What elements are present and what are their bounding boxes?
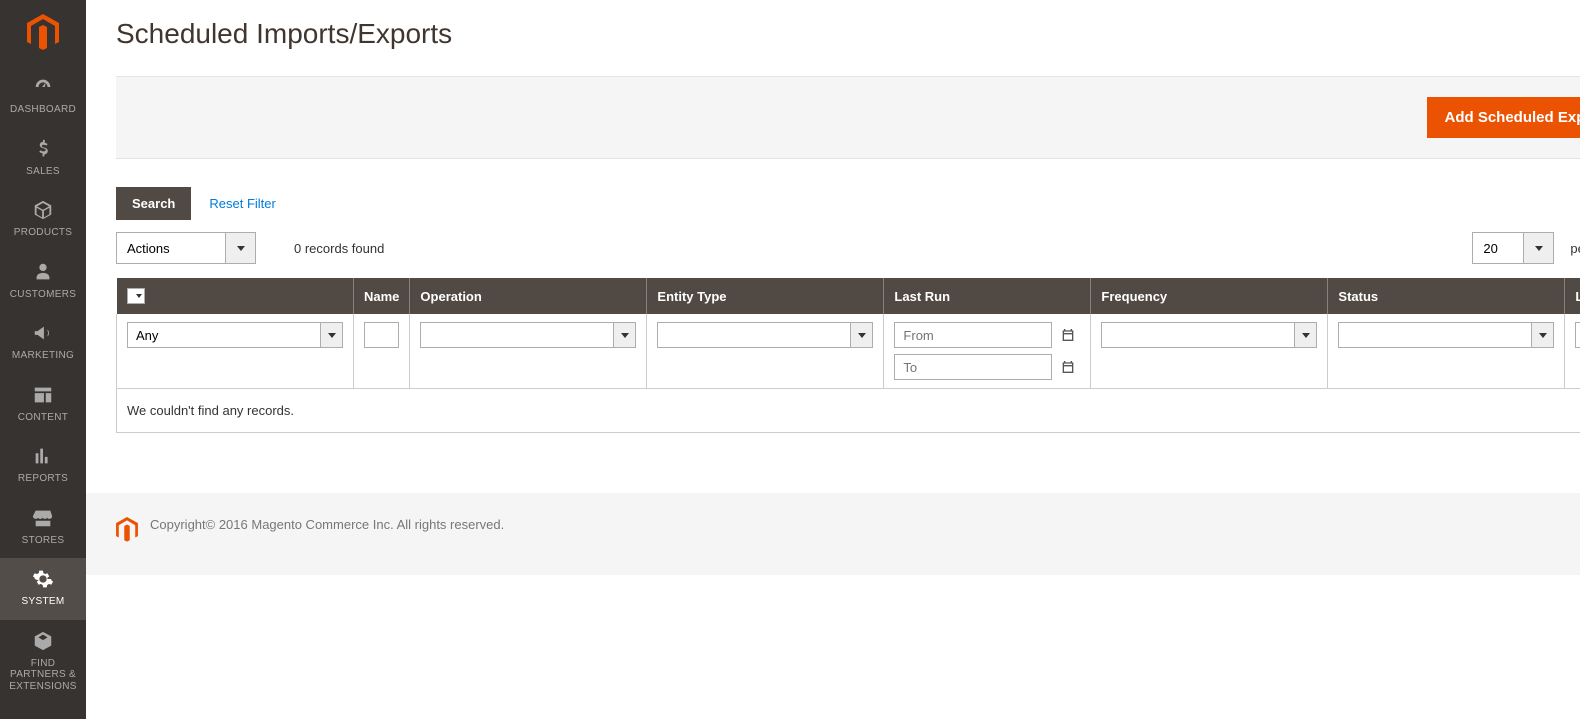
sidebar-item-stores[interactable]: STORES xyxy=(0,497,86,559)
filter-outcome-select[interactable] xyxy=(1575,322,1580,348)
grid-controls: 0 records found per page of 1 xyxy=(116,232,1580,264)
records-found-label: 0 records found xyxy=(294,241,384,256)
filter-name-input[interactable] xyxy=(364,322,399,348)
add-scheduled-export-button[interactable]: Add Scheduled Export xyxy=(1427,97,1580,138)
filter-row xyxy=(117,314,1580,389)
sidebar-item-content[interactable]: CONTENT xyxy=(0,374,86,436)
copyright-text: Copyright© 2016 Magento Commerce Inc. Al… xyxy=(150,517,1580,532)
sidebar-label: CUSTOMERS xyxy=(10,289,76,301)
calendar-icon[interactable] xyxy=(1056,356,1080,378)
sidebar-item-products[interactable]: PRODUCTS xyxy=(0,189,86,251)
filter-operation-value[interactable] xyxy=(420,322,614,348)
chevron-down-icon[interactable] xyxy=(321,322,343,348)
sidebar-label: CONTENT xyxy=(18,412,68,424)
admin-sidebar: DASHBOARD SALES PRODUCTS CUSTOMERS MARKE… xyxy=(0,0,86,719)
filter-toolbar: Search Reset Filter xyxy=(116,187,1580,220)
column-header-row: Name Operation Entity Type Last Run Freq… xyxy=(117,278,1580,314)
sidebar-label: SYSTEM xyxy=(22,596,65,608)
filter-frequency-value[interactable] xyxy=(1101,322,1295,348)
filter-last-run-from-input[interactable] xyxy=(894,322,1052,348)
sidebar-item-partners[interactable]: FIND PARTNERS & EXTENSIONS xyxy=(0,620,86,705)
filter-any-select[interactable] xyxy=(127,322,343,348)
sidebar-item-sales[interactable]: SALES xyxy=(0,128,86,190)
chevron-down-icon[interactable] xyxy=(614,322,636,348)
filter-status-select[interactable] xyxy=(1338,322,1554,348)
column-header-name[interactable]: Name xyxy=(354,278,410,314)
select-all-checkbox[interactable] xyxy=(127,288,145,304)
filter-status-value[interactable] xyxy=(1338,322,1532,348)
sidebar-label: MARKETING xyxy=(12,350,74,362)
filter-entity-type-value[interactable] xyxy=(657,322,851,348)
calendar-icon[interactable] xyxy=(1056,324,1080,346)
column-header-operation[interactable]: Operation xyxy=(410,278,647,314)
sidebar-label: DASHBOARD xyxy=(10,104,76,116)
sidebar-label: PRODUCTS xyxy=(14,227,73,239)
sidebar-item-customers[interactable]: CUSTOMERS xyxy=(0,251,86,313)
per-page-value[interactable] xyxy=(1472,232,1524,264)
chevron-down-icon[interactable] xyxy=(226,232,256,264)
sidebar-item-marketing[interactable]: MARKETING xyxy=(0,312,86,374)
column-header-last-run[interactable]: Last Run xyxy=(884,278,1091,314)
chevron-down-icon[interactable] xyxy=(851,322,873,348)
page-header: Scheduled Imports/Exports 2 admin xyxy=(86,0,1580,76)
mass-actions-select[interactable] xyxy=(116,232,256,264)
filter-frequency-select[interactable] xyxy=(1101,322,1317,348)
chevron-down-icon[interactable] xyxy=(1524,232,1554,264)
magento-logo-icon xyxy=(116,517,138,546)
sidebar-label: SALES xyxy=(26,166,60,178)
column-header-checkbox[interactable] xyxy=(117,278,354,314)
reset-filter-link[interactable]: Reset Filter xyxy=(209,196,275,211)
filter-last-run-to-input[interactable] xyxy=(894,354,1052,380)
chevron-down-icon[interactable] xyxy=(1532,322,1554,348)
sidebar-label: STORES xyxy=(22,535,65,547)
empty-row: We couldn't find any records. xyxy=(117,389,1580,433)
magento-logo-icon[interactable] xyxy=(0,0,86,66)
page-title: Scheduled Imports/Exports xyxy=(116,18,1580,50)
sidebar-item-reports[interactable]: REPORTS xyxy=(0,435,86,497)
filter-last-run-to[interactable] xyxy=(894,354,1080,380)
sidebar-label: REPORTS xyxy=(18,473,68,485)
chevron-down-icon[interactable] xyxy=(1295,322,1317,348)
per-page-label: per page xyxy=(1570,241,1580,256)
column-header-frequency[interactable]: Frequency xyxy=(1091,278,1328,314)
column-header-status[interactable]: Status xyxy=(1328,278,1565,314)
column-header-entity-type[interactable]: Entity Type xyxy=(647,278,884,314)
filter-operation-select[interactable] xyxy=(420,322,636,348)
main-content: Scheduled Imports/Exports 2 admin Add Sc… xyxy=(86,0,1580,719)
filter-last-run-from[interactable] xyxy=(894,322,1080,348)
filter-entity-type-select[interactable] xyxy=(657,322,873,348)
mass-actions-value[interactable] xyxy=(116,232,226,264)
scheduled-grid: Name Operation Entity Type Last Run Freq… xyxy=(116,278,1580,433)
page-action-bar: Add Scheduled Export Add Scheduled Impor… xyxy=(116,76,1580,159)
empty-message: We couldn't find any records. xyxy=(117,389,1580,433)
column-header-last-outcome[interactable]: Last Outcome xyxy=(1565,278,1580,314)
sidebar-item-system[interactable]: SYSTEM xyxy=(0,558,86,620)
page-footer: Copyright© 2016 Magento Commerce Inc. Al… xyxy=(86,493,1580,575)
filter-any-value[interactable] xyxy=(127,322,321,348)
per-page-select[interactable] xyxy=(1472,232,1554,264)
sidebar-item-dashboard[interactable]: DASHBOARD xyxy=(0,66,86,128)
search-button[interactable]: Search xyxy=(116,187,191,220)
filter-outcome-value[interactable] xyxy=(1575,322,1580,348)
sidebar-label: FIND PARTNERS & EXTENSIONS xyxy=(2,658,84,693)
